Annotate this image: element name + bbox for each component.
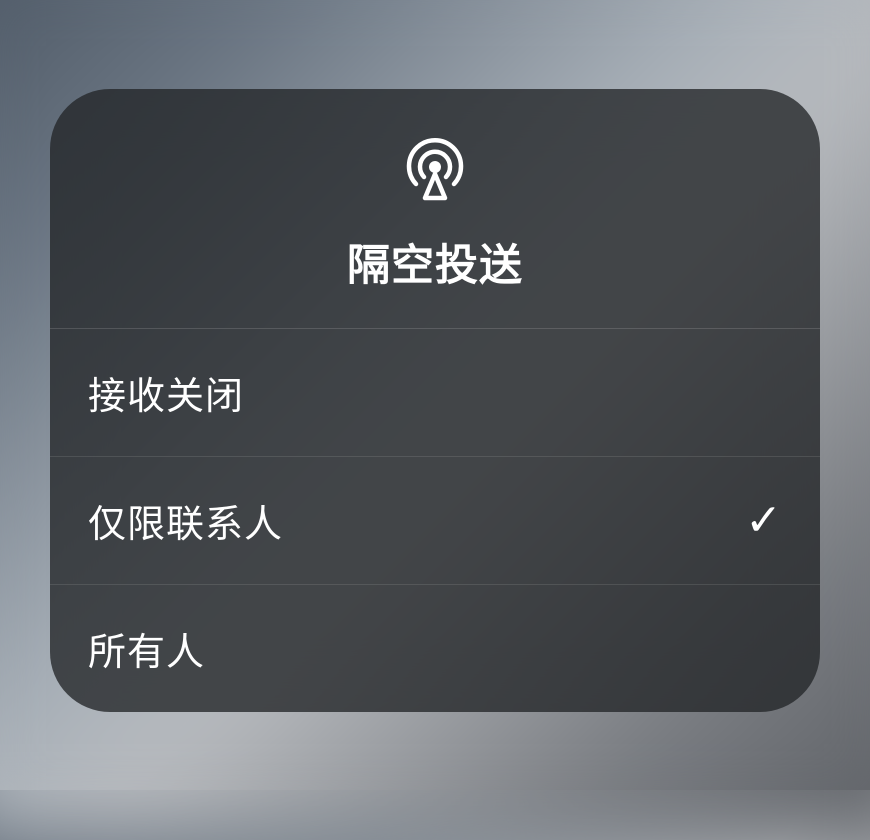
panel-title: 隔空投送: [347, 231, 523, 293]
checkmark-icon: ✓: [745, 495, 782, 546]
option-label: 仅限联系人: [88, 493, 283, 548]
option-label: 所有人: [88, 621, 205, 676]
option-label: 接收关闭: [88, 365, 244, 420]
option-everyone[interactable]: 所有人: [50, 585, 820, 712]
option-contacts-only[interactable]: 仅限联系人 ✓: [50, 457, 820, 585]
option-receiving-off[interactable]: 接收关闭: [50, 329, 820, 457]
panel-header: 隔空投送: [50, 89, 820, 329]
airdrop-panel: 隔空投送 接收关闭 仅限联系人 ✓ 所有人: [50, 89, 820, 712]
airdrop-icon: [399, 134, 471, 211]
